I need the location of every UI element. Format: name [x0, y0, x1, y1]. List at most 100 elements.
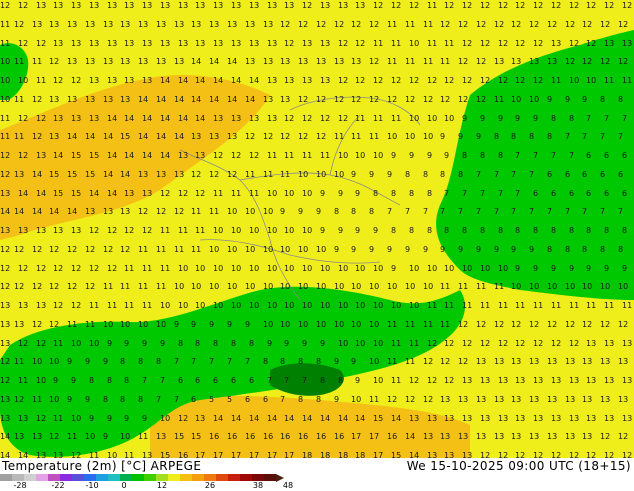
temperature-value: 11 [551, 301, 562, 310]
temperature-value: 13 [103, 20, 114, 29]
temperature-value: 9 [515, 114, 521, 123]
temperature-value: 12 [533, 1, 544, 10]
temperature-value: 10 [249, 301, 260, 310]
temperature-value: 13 [316, 57, 327, 66]
temperature-value: 11 [391, 339, 402, 348]
temperature-value: 6 [604, 189, 610, 198]
temperature-value: 8 [533, 226, 539, 235]
temperature-value: 14 [191, 95, 202, 104]
temperature-value: 13 [231, 39, 242, 48]
temperature-value: 13 [0, 320, 11, 329]
temperature-value: 9 [409, 151, 415, 160]
temperature-value: 12 [298, 20, 309, 29]
temperature-value: 10 [71, 339, 82, 348]
temperature-value: 13 [160, 39, 171, 48]
temperature-value: 10 [355, 339, 366, 348]
temperature-value: 10 [338, 264, 349, 273]
temperature-value: 12 [107, 264, 118, 273]
temperature-value: 16 [209, 432, 220, 441]
temperature-value: 10 [334, 320, 345, 329]
temperature-value: 12 [32, 282, 43, 291]
colorbar-swatch [156, 474, 168, 481]
temperature-value: 12 [600, 20, 611, 29]
temperature-value: 12 [387, 395, 398, 404]
temperature-value: 11 [14, 132, 25, 141]
temperature-value: 12 [480, 1, 491, 10]
temperature-map[interactable]: 12 12 13 13 13 13 13 13 13 13 13 13 13 13 13 13 13 12 13 13… [0, 0, 634, 468]
temperature-value: 13 [36, 1, 47, 10]
temperature-value: 9 [85, 395, 91, 404]
temperature-value: 13 [18, 301, 29, 310]
temperature-value: 9 [569, 264, 575, 273]
temperature-value: 7 [569, 151, 575, 160]
temperature-value: 6 [231, 376, 237, 385]
temperature-value: 13 [120, 207, 131, 216]
temperature-value: 13 [551, 39, 562, 48]
temperature-value: 14 [36, 189, 47, 198]
temperature-value: 13 [494, 57, 505, 66]
temperature-value: 13 [32, 20, 43, 29]
temperature-value: 10 [280, 320, 291, 329]
temperature-value: 14 [53, 151, 64, 160]
temperature-value: 11 [409, 339, 420, 348]
colorbar-swatch [180, 474, 192, 481]
temperature-value: 10 [245, 245, 256, 254]
temperature-value: 13 [209, 132, 220, 141]
temperature-value: 13 [174, 170, 185, 179]
temperature-value: 11 [107, 301, 118, 310]
temperature-value: 15 [49, 170, 60, 179]
temperature-value: 8 [298, 357, 304, 366]
temperature-value: 10 [369, 282, 380, 291]
temperature-value: 12 [0, 376, 11, 385]
temperature-value: 14 [209, 95, 220, 104]
temperature-value: 10 [409, 264, 420, 273]
temperature-value: 12 [423, 395, 434, 404]
temperature-value: 10 [284, 264, 295, 273]
temperature-value: 13 [103, 207, 114, 216]
temperature-value: 10 [178, 301, 189, 310]
temperature-value: 10 [267, 189, 278, 198]
temperature-value: 13 [174, 20, 185, 29]
temperature-value: 13 [511, 432, 522, 441]
temperature-value: 14 [213, 414, 224, 423]
temperature-value: 12 [103, 245, 114, 254]
temperature-value: 13 [263, 95, 274, 104]
temperature-value: 11 [458, 282, 469, 291]
temperature-value: 10 [316, 170, 327, 179]
temperature-value: 8 [409, 189, 415, 198]
temperature-value: 13 [565, 395, 576, 404]
temperature-value: 13 [511, 395, 522, 404]
temperature-value: 13 [89, 76, 100, 85]
temperature-value: 11 [67, 432, 78, 441]
temperature-value: 13 [85, 207, 96, 216]
temperature-value: 11 [53, 414, 64, 423]
temperature-value: 13 [195, 151, 206, 160]
temperature-value: 13 [267, 114, 278, 123]
temperature-value: 14 [49, 207, 60, 216]
temperature-value: 6 [551, 189, 557, 198]
temperature-value: 13 [476, 357, 487, 366]
temperature-value: 16 [280, 432, 291, 441]
temperature-value: 13 [178, 1, 189, 10]
temperature-value: 11 [191, 245, 202, 254]
temperature-value: 13 [547, 57, 558, 66]
temperature-value: 13 [529, 57, 540, 66]
temperature-value: 13 [547, 357, 558, 366]
temperature-value: 10 [36, 376, 47, 385]
temperature-value: 7 [618, 132, 624, 141]
temperature-value: 9 [351, 170, 357, 179]
temperature-value: 8 [138, 357, 144, 366]
temperature-value: 7 [280, 395, 286, 404]
temperature-value: 13 [0, 226, 11, 235]
temperature-value: 7 [227, 357, 233, 366]
temperature-value: 10 [280, 282, 291, 291]
temperature-value: 12 [14, 395, 25, 404]
temperature-value: 12 [107, 226, 118, 235]
temperature-value: 12 [440, 20, 451, 29]
temperature-value: 14 [249, 414, 260, 423]
temperature-value: 12 [444, 1, 455, 10]
colorbar-swatch [264, 474, 276, 481]
temperature-value: 13 [551, 376, 562, 385]
temperature-value: 11 [120, 282, 131, 291]
temperature-value: 10 [120, 432, 131, 441]
